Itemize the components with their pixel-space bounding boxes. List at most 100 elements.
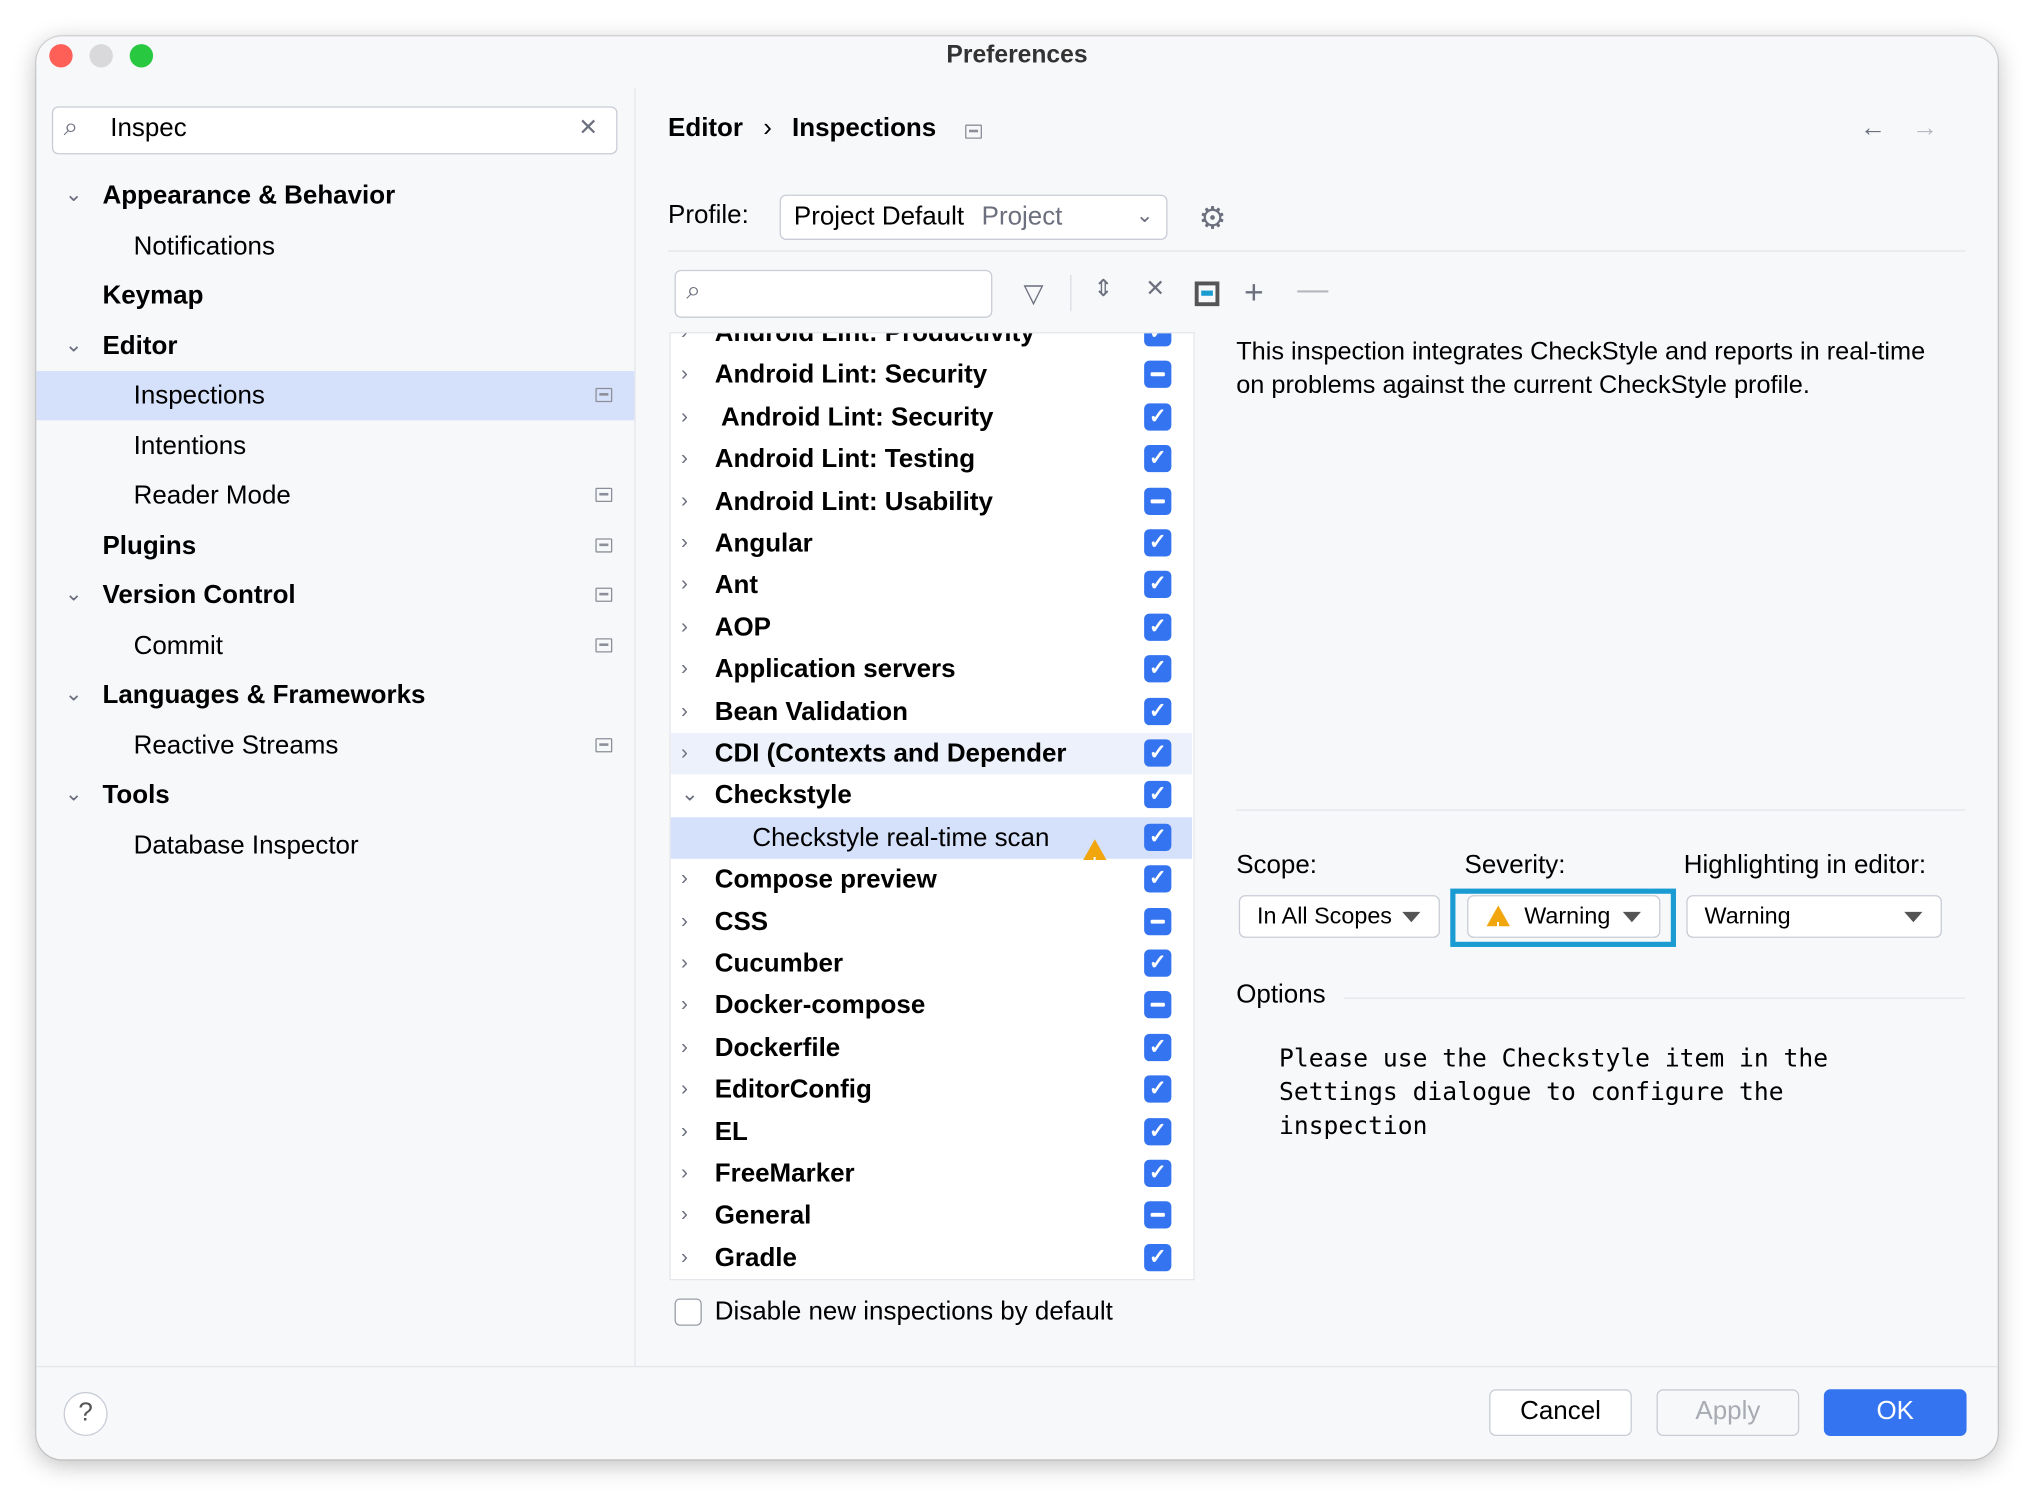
scope-dropdown[interactable]: In All Scopes bbox=[1238, 895, 1440, 938]
tree-row[interactable]: › Compose preview ✓ bbox=[671, 859, 1192, 901]
inspection-checkbox[interactable]: ✓ bbox=[1144, 739, 1172, 767]
sidebar-item[interactable]: Notifications bbox=[36, 221, 634, 270]
chevron-right-icon[interactable]: › bbox=[681, 1237, 688, 1279]
tree-row[interactable]: › Application servers ✓ bbox=[671, 649, 1192, 691]
chevron-right-icon[interactable]: › bbox=[681, 901, 688, 943]
inspection-checkbox[interactable] bbox=[1144, 361, 1172, 389]
tree-row[interactable]: › Dockerfile ✓ bbox=[671, 1027, 1192, 1069]
collapse-all-icon[interactable]: ✕ bbox=[1145, 275, 1165, 302]
inspection-search-field[interactable]: ⌕ bbox=[674, 269, 993, 318]
tree-row[interactable]: › AOP ✓ bbox=[671, 607, 1192, 649]
sidebar-item[interactable]: Database Inspector bbox=[36, 820, 634, 869]
severity-dropdown[interactable]: Warning bbox=[1467, 895, 1661, 947]
remove-icon[interactable]: — bbox=[1297, 272, 1328, 308]
inspection-checkbox[interactable]: ✓ bbox=[1144, 1117, 1172, 1145]
chevron-down-icon[interactable]: ⌄ bbox=[65, 671, 82, 720]
tree-row[interactable]: › Android Lint: Productivity ✓ bbox=[671, 333, 1192, 354]
chevron-right-icon[interactable]: › bbox=[681, 565, 688, 607]
inspection-checkbox[interactable]: ✓ bbox=[1144, 781, 1172, 809]
chevron-right-icon[interactable]: › bbox=[681, 943, 688, 985]
inspection-checkbox[interactable]: ✓ bbox=[1144, 697, 1172, 725]
cancel-button[interactable]: Cancel bbox=[1489, 1389, 1632, 1437]
filter-icon[interactable]: ▽ bbox=[1023, 278, 1043, 310]
tree-row[interactable]: › EditorConfig ✓ bbox=[671, 1069, 1192, 1111]
sidebar-item[interactable]: ⌄ Tools bbox=[36, 771, 634, 820]
inspection-checkbox[interactable]: ✓ bbox=[1144, 1243, 1172, 1271]
chevron-right-icon[interactable]: › bbox=[681, 1069, 688, 1111]
tree-row[interactable]: › FreeMarker ✓ bbox=[671, 1153, 1192, 1195]
chevron-down-icon[interactable]: ⌄ bbox=[65, 321, 82, 370]
gear-icon[interactable]: ⚙ bbox=[1199, 200, 1227, 238]
chevron-right-icon[interactable]: › bbox=[681, 985, 688, 1027]
inspection-checkbox[interactable] bbox=[1144, 487, 1172, 515]
inspection-checkbox[interactable]: ✓ bbox=[1144, 613, 1172, 641]
tree-row[interactable]: › CDI (Contexts and Depender ✓ bbox=[670, 732, 1193, 775]
help-button[interactable]: ? bbox=[63, 1391, 108, 1437]
sidebar-item[interactable]: ⌄ Version Control bbox=[36, 571, 634, 620]
tree-row[interactable]: ⌄ Checkstyle ✓ bbox=[671, 775, 1192, 817]
inspection-checkbox[interactable]: ✓ bbox=[1144, 403, 1172, 431]
inspection-checkbox[interactable]: ✓ bbox=[1144, 949, 1172, 977]
inspection-checkbox[interactable] bbox=[1144, 991, 1172, 1019]
chevron-right-icon[interactable]: › bbox=[681, 523, 688, 565]
chevron-right-icon[interactable]: › bbox=[681, 1153, 688, 1195]
tree-row[interactable]: › Android Lint: Security ✓ bbox=[671, 397, 1192, 439]
sidebar-item[interactable]: ⌄ Editor bbox=[36, 321, 634, 370]
disable-new-checkbox[interactable] bbox=[674, 1298, 702, 1326]
chevron-right-icon[interactable]: › bbox=[681, 355, 688, 397]
tree-row[interactable]: › Angular ✓ bbox=[671, 523, 1192, 565]
expand-all-icon[interactable]: ⇕ bbox=[1094, 275, 1114, 302]
chevron-right-icon[interactable]: › bbox=[681, 439, 688, 481]
breadcrumb-editor[interactable]: Editor bbox=[668, 114, 743, 143]
inspection-checkbox[interactable]: ✓ bbox=[1144, 1159, 1172, 1187]
inspection-checkbox[interactable] bbox=[1144, 1201, 1172, 1229]
ok-button[interactable]: OK bbox=[1823, 1389, 1967, 1437]
sidebar-item[interactable]: Reactive Streams bbox=[36, 721, 634, 770]
inspection-checkbox[interactable]: ✓ bbox=[1144, 571, 1172, 599]
chevron-right-icon[interactable]: › bbox=[681, 481, 688, 523]
sidebar-item[interactable]: ⌄ Languages & Frameworks bbox=[36, 671, 634, 720]
chevron-right-icon[interactable]: › bbox=[681, 1027, 688, 1069]
reset-icon[interactable] bbox=[1194, 281, 1220, 307]
tree-row[interactable]: › CSS bbox=[671, 901, 1192, 943]
sidebar-item[interactable]: Keymap bbox=[36, 271, 634, 320]
back-arrow-icon[interactable]: ← bbox=[1860, 114, 1886, 144]
sidebar-item[interactable]: Plugins bbox=[36, 521, 634, 570]
chevron-down-icon[interactable]: ⌄ bbox=[65, 171, 82, 220]
tree-row[interactable]: Checkstyle real-time scan ✓ bbox=[670, 816, 1193, 884]
tree-row[interactable]: › Android Lint: Testing ✓ bbox=[671, 439, 1192, 481]
chevron-down-icon[interactable]: ⌄ bbox=[65, 571, 82, 620]
tree-row[interactable]: › Ant ✓ bbox=[671, 565, 1192, 607]
inspection-checkbox[interactable]: ✓ bbox=[1144, 1033, 1172, 1061]
chevron-right-icon[interactable]: › bbox=[681, 333, 688, 354]
chevron-right-icon[interactable]: › bbox=[681, 691, 688, 733]
inspection-checkbox[interactable]: ✓ bbox=[1144, 655, 1172, 683]
tree-row[interactable]: › Bean Validation ✓ bbox=[671, 691, 1192, 733]
settings-search-input[interactable]: Inspec bbox=[110, 114, 186, 144]
sidebar-item[interactable]: Intentions bbox=[36, 421, 634, 470]
add-icon[interactable]: + bbox=[1244, 272, 1264, 312]
inspection-checkbox[interactable]: ✓ bbox=[1144, 1075, 1172, 1103]
forward-arrow-icon[interactable]: → bbox=[1912, 114, 1938, 144]
tree-row[interactable]: › Gradle ✓ bbox=[671, 1237, 1192, 1279]
sidebar-item[interactable]: ⌄ Appearance & Behavior bbox=[36, 171, 634, 220]
apply-button[interactable]: Apply bbox=[1656, 1389, 1800, 1437]
chevron-down-icon[interactable]: ⌄ bbox=[681, 775, 698, 817]
sidebar-item[interactable]: Inspections bbox=[36, 370, 635, 421]
chevron-right-icon[interactable]: › bbox=[681, 649, 688, 691]
inspection-checkbox[interactable]: ✓ bbox=[1144, 529, 1172, 557]
inspection-checkbox[interactable] bbox=[1144, 907, 1172, 935]
chevron-right-icon[interactable]: › bbox=[681, 733, 688, 775]
tree-row[interactable]: › General bbox=[671, 1195, 1192, 1237]
sidebar-item[interactable]: Commit bbox=[36, 621, 634, 670]
chevron-down-icon[interactable]: ⌄ bbox=[65, 771, 82, 820]
tree-row[interactable]: › Cucumber ✓ bbox=[671, 943, 1192, 985]
profile-dropdown[interactable]: Project Default Project ⌄ bbox=[779, 194, 1168, 240]
inspection-checkbox[interactable]: ✓ bbox=[1144, 333, 1172, 347]
settings-search-field[interactable]: ⌕ Inspec ✕ bbox=[51, 106, 618, 155]
inspection-checkbox[interactable]: ✓ bbox=[1144, 865, 1172, 893]
chevron-right-icon[interactable]: › bbox=[681, 859, 688, 901]
tree-row[interactable]: › Android Lint: Usability bbox=[671, 481, 1192, 523]
tree-row[interactable]: › EL ✓ bbox=[671, 1111, 1192, 1153]
sidebar-item[interactable]: Reader Mode bbox=[36, 471, 634, 520]
